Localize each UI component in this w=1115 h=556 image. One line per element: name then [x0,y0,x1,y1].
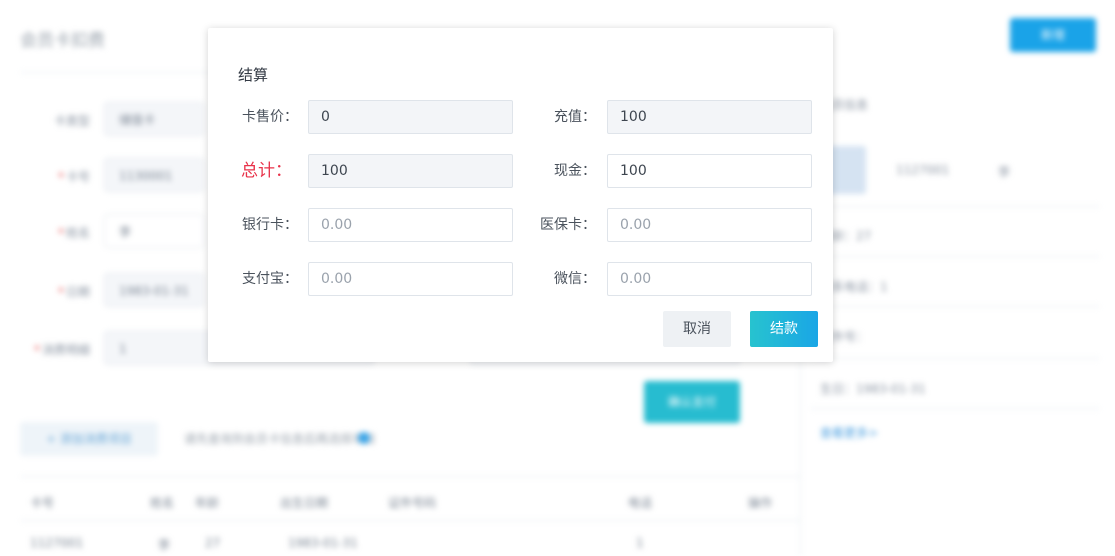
divider [810,206,1100,207]
table-cell: 27 [205,536,221,550]
medical-card-field[interactable] [607,208,812,242]
divider [810,408,1100,409]
divider [810,256,1100,257]
alipay-label: 支付宝： [242,271,298,287]
side-birthday: 生日：1983-01-31 [820,382,926,396]
total-field[interactable] [308,154,513,188]
table-header-cell: 卡号 [30,496,55,510]
recharge-label: 充值： [554,109,596,125]
card-type-label: 卡类型 [53,114,90,128]
table-cell: 李 [158,538,171,552]
add-item-button[interactable]: + 添加消费项目 [20,422,158,456]
name-field[interactable]: 李 [104,214,204,248]
info-icon [358,432,370,444]
divider [20,520,800,521]
alipay-field[interactable] [308,262,513,296]
side-name: 李 [998,165,1011,179]
card-no-field[interactable]: 1130001 [104,158,204,192]
hint-text: 请先查询到会员卡信息后再选择项目 [184,432,377,446]
bank-card-field[interactable] [308,208,513,242]
settlement-dialog: 结算 卡售价： 充值： 总计： 现金： 银行卡： 医保卡： 支付宝： 微信： 取… [208,28,833,362]
divider [810,306,1100,307]
table-cell: 1 [636,536,644,550]
cash-label: 现金： [554,163,596,179]
divider [20,476,800,477]
table-header-cell: 出生日期 [280,496,329,510]
card-price-field[interactable] [308,100,513,134]
confirm-pay-button[interactable]: 确认支付 [644,381,740,423]
table-header-cell: 证件号码 [388,496,437,510]
table-cell: 1983-01-31 [288,536,358,550]
table-header-cell: 年龄 [195,496,220,510]
wechat-label: 微信： [554,271,596,287]
view-more-link[interactable]: 查看更多> [820,424,878,441]
card-no-label: 卡号 [20,168,90,185]
bank-card-label: 银行卡： [242,217,298,233]
recharge-field[interactable] [607,100,812,134]
date-field[interactable]: 1983-01-31 [104,273,204,307]
card-price-label: 卡售价： [242,109,298,125]
cost-label: 消费明细 [20,341,90,358]
total-label: 总计： [241,161,292,181]
card-type-field[interactable]: 储值卡 [104,102,204,136]
divider [810,358,1100,359]
side-id: 1127001 [896,163,950,177]
medical-card-label: 医保卡： [540,217,596,233]
name-label: 姓名 [20,224,90,241]
table-cell: 1127001 [30,536,84,550]
cancel-button[interactable]: 取消 [663,311,731,347]
new-button[interactable]: 新增 [1010,18,1096,52]
table-header-cell: 姓名 [150,496,175,510]
table-header-cell: 电话 [628,496,653,510]
wechat-field[interactable] [607,262,812,296]
dialog-title: 结算 [238,66,269,84]
date-label: 日期 [20,283,90,300]
table-header-cell: 操作 [748,496,773,510]
page-title: 会员卡扣费 [20,31,105,51]
cash-field[interactable] [607,154,812,188]
pay-button[interactable]: 结款 [750,311,818,347]
